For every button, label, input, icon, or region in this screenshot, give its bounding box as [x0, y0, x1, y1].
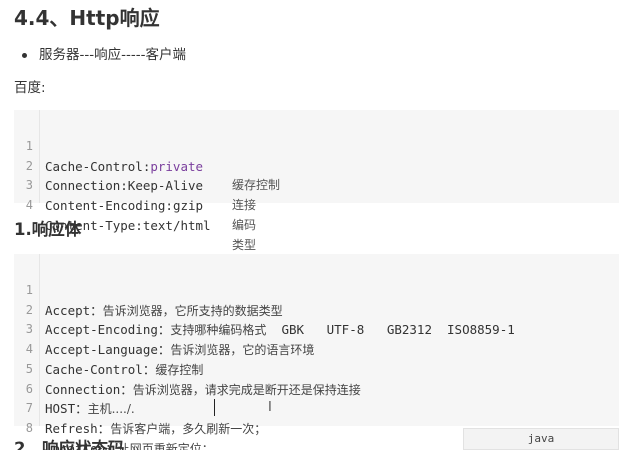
- code-text: Content-Encoding:gzip: [45, 196, 203, 216]
- document-page: 4.4、Http响应 服务器---响应-----客户端 百度: 1 Cache-…: [0, 0, 623, 450]
- line-number: 4: [25, 198, 33, 212]
- code-line: 6 HOST：主机..../.: [14, 360, 619, 417]
- code-desc: 让网页重新定位；: [117, 441, 214, 450]
- code-block-response-body[interactable]: 1 Accept：告诉浏览器，它所支持的数据类型 2 Accept-Encodi…: [14, 254, 619, 450]
- code-text: Refresh：告诉客户端，多久刷新一次；: [45, 419, 266, 440]
- code-line: 3 Accept-Language：告诉浏览器，它的语言环境: [14, 301, 619, 357]
- line-number: 8: [25, 421, 33, 435]
- code-line: 2 Connection:Keep-Alive 连接: [14, 137, 619, 213]
- code-line: 1 Cache-Control:private 缓存控制: [14, 117, 619, 193]
- section-heading-status-code: 2、响应状态码: [14, 439, 125, 450]
- bullet-text: 服务器---响应-----客户端: [39, 47, 186, 63]
- code-language-select[interactable]: java: [463, 428, 619, 450]
- paragraph-baidu: 百度:: [14, 80, 46, 96]
- code-line: 8 Location：让网页重新定位；: [14, 399, 619, 450]
- code-comment: 编码: [232, 217, 257, 232]
- code-line: 1 Accept：告诉浏览器，它所支持的数据类型: [14, 261, 619, 318]
- code-value: text/html: [142, 217, 211, 233]
- section-heading-response-body: 1.响应体: [14, 220, 82, 239]
- code-line: 4 Content-Type:text/html 类型: [14, 176, 619, 252]
- code-line: 7 Refresh：告诉客户端，多久刷新一次；: [14, 380, 619, 436]
- code-key: Refresh：: [45, 421, 111, 436]
- code-value: gzip: [172, 198, 204, 213]
- code-key: Content-Encoding:: [45, 198, 173, 213]
- bullet-item: 服务器---响应-----客户端: [22, 45, 186, 65]
- code-comment: 连接: [232, 198, 257, 212]
- code-comment: 类型: [232, 237, 257, 252]
- code-desc: 告诉客户端，多久刷新一次；: [110, 422, 267, 436]
- code-block-headers[interactable]: 1 Cache-Control:private 缓存控制 2 Connectio…: [14, 110, 619, 252]
- code-line: 5 Connection：告诉浏览器，请求完成是断开还是保持连接: [14, 340, 619, 397]
- section-heading-http-response: 4.4、Http响应: [14, 6, 160, 30]
- code-line: 4 Cache-Control：缓存控制: [14, 320, 619, 377]
- code-line: 3 Content-Encoding:gzip 编码: [14, 157, 619, 232]
- ibeam-cursor-icon: I: [268, 400, 272, 415]
- code-line: 2 Accept-Encoding：支持哪种编码格式 GBK UTF-8 GB2…: [14, 281, 619, 338]
- bullet-dot-icon: [22, 52, 27, 58]
- text-caret: [214, 399, 215, 416]
